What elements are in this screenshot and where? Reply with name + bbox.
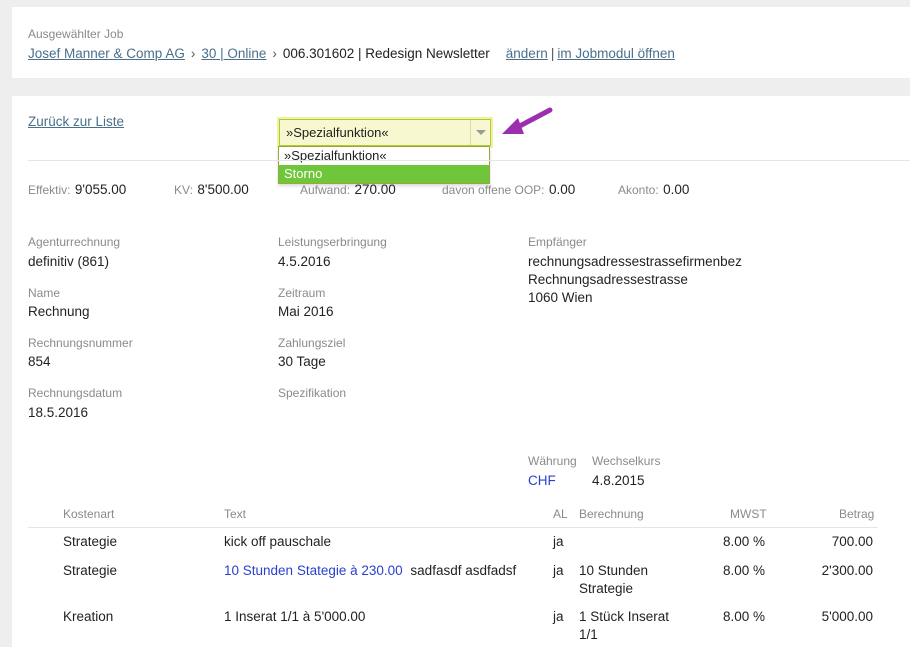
rechnungsnummer-label: Rechnungsnummer [28, 336, 133, 350]
spezifikation-label: Spezifikation [278, 386, 347, 400]
zeitraum-label: Zeitraum [278, 286, 326, 300]
invoice-detail-panel: Zurück zur Liste »Spezialfunktion« »Spez… [12, 96, 910, 647]
leistungserbringung-label: Leistungserbringung [278, 235, 387, 249]
change-job-link[interactable]: ändern [506, 46, 548, 61]
selected-job-label: Ausgewählter Job [28, 27, 124, 41]
select-current-value: »Spezialfunktion« [286, 125, 389, 140]
breadcrumb-separator: › [272, 46, 277, 61]
special-function-select[interactable]: »Spezialfunktion« [279, 119, 491, 146]
row-berechnung-line-1: 1 Stück Inserat [579, 609, 670, 624]
empfaenger-label: Empfänger [528, 235, 587, 249]
row-kostenart: Strategie [63, 534, 118, 549]
zeitraum-value: Mai 2016 [278, 304, 334, 319]
select-dropdown-list: »Spezialfunktion« Storno [278, 146, 490, 184]
empfaenger-line-3: 1060 Wien [528, 290, 593, 305]
back-to-list-link[interactable]: Zurück zur Liste [28, 114, 124, 129]
row-betrag: 2'300.00 [821, 563, 873, 578]
select-option-spezialfunktion[interactable]: »Spezialfunktion« [279, 147, 489, 165]
col-header-berechnung: Berechnung [579, 507, 644, 521]
table-header-divider [28, 527, 878, 528]
waehrung-value: CHF [528, 473, 556, 488]
row-mwst: 8.00 % [723, 563, 766, 578]
empfaenger-line-2: Rechnungsadressestrasse [528, 272, 688, 287]
summary-akonto: Akonto: 0.00 [618, 182, 690, 197]
row-text-link[interactable]: 10 Stunden Stategie à 230.00 [224, 563, 403, 578]
row-kostenart: Kreation [63, 609, 114, 624]
select-toggle-button[interactable] [470, 120, 490, 145]
col-header-mwst: MWST [730, 507, 767, 521]
row-kostenart: Strategie [63, 563, 118, 578]
zahlungsziel-label: Zahlungsziel [278, 336, 346, 350]
summary-kv: KV: 8'500.00 [174, 182, 249, 197]
agenturrechnung-value: definitiv (861) [28, 254, 110, 269]
summary-offene-oop: davon offene OOP: 0.00 [442, 182, 576, 197]
row-mwst: 8.00 % [723, 534, 766, 549]
annotation-arrow-icon [502, 107, 553, 134]
agenturrechnung-label: Agenturrechnung [28, 235, 121, 249]
breadcrumb-separator: › [190, 46, 196, 61]
row-betrag: 700.00 [831, 534, 873, 549]
col-header-kostenart: Kostenart [63, 507, 115, 521]
row-al: ja [553, 563, 564, 578]
divider [28, 160, 910, 161]
leistungserbringung-value: 4.5.2016 [278, 254, 331, 269]
rechnungsdatum-label: Rechnungsdatum [28, 386, 123, 400]
zahlungsziel-value: 30 Tage [278, 354, 326, 369]
rechnungsnummer-value: 854 [28, 354, 51, 369]
link-divider: | [550, 46, 555, 61]
row-betrag: 5'000.00 [821, 609, 873, 624]
wechselkurs-value: 4.8.2015 [592, 473, 645, 488]
name-label: Name [28, 286, 61, 300]
selected-job-panel: Ausgewählter Job Josef Manner & Comp AG … [12, 7, 910, 78]
col-header-al: AL [553, 507, 568, 521]
chevron-down-icon [475, 130, 486, 135]
waehrung-label: Währung [528, 454, 577, 468]
row-berechnung-line-2: 1/1 [579, 627, 598, 642]
job-breadcrumb: Josef Manner & Comp AG › 30 | Online › 0… [28, 46, 675, 61]
open-job-module-link[interactable]: im Jobmodul öffnen [557, 46, 675, 61]
breadcrumb-campaign-link[interactable]: 30 | Online [201, 46, 266, 61]
row-text: 10 Stunden Stategie à 230.00 sadfasdf as… [224, 562, 516, 580]
rechnungsdatum-value: 18.5.2016 [28, 405, 89, 420]
row-al: ja [553, 534, 564, 549]
row-text: kick off pauschale [224, 534, 332, 549]
empfaenger-line-1: rechnungsadressestrassefirmenbez [528, 254, 742, 269]
breadcrumb-job-text: 006.301602 | Redesign Newsletter [282, 46, 490, 61]
row-al: ja [553, 609, 564, 624]
col-header-betrag: Betrag [839, 507, 875, 521]
summary-effektiv: Effektiv: 9'055.00 [28, 182, 127, 197]
row-text-note: sadfasdf asdfadsf [410, 563, 517, 578]
row-berechnung-line-1: 10 Stunden [579, 563, 649, 578]
row-berechnung-line-2: Strategie [579, 581, 634, 596]
breadcrumb-customer-link[interactable]: Josef Manner & Comp AG [28, 46, 185, 61]
row-mwst: 8.00 % [723, 609, 766, 624]
name-value: Rechnung [28, 304, 90, 319]
wechselkurs-label: Wechselkurs [592, 454, 661, 468]
col-header-text: Text [224, 507, 247, 521]
summary-aufwand: Aufwand: 270.00 [300, 182, 396, 197]
row-text-link[interactable]: 1 Inserat 1/1 à 5'000.00 [224, 608, 365, 626]
